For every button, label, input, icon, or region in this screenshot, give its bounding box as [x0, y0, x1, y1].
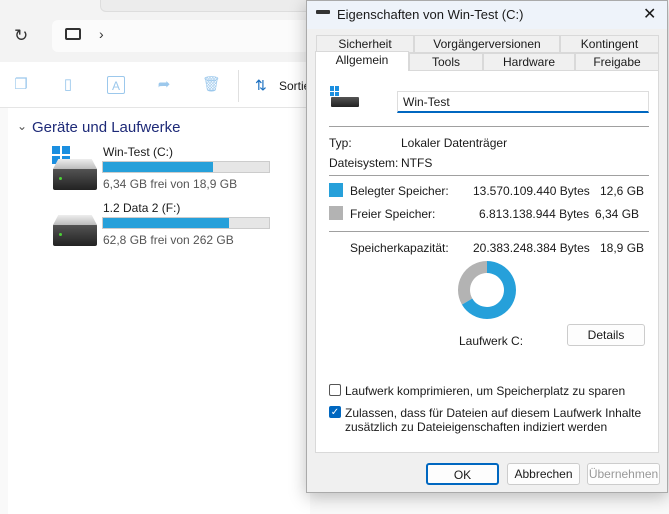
drive-name-input[interactable]: Win-Test: [397, 91, 649, 113]
drive-label: Laufwerk C:: [459, 334, 524, 348]
address-bar[interactable]: ›: [52, 20, 310, 52]
compress-checkbox[interactable]: [329, 384, 341, 396]
filesystem-value: NTFS: [401, 156, 433, 170]
apply-button[interactable]: Übernehmen: [587, 463, 660, 485]
delete-icon[interactable]: 🗑: [202, 76, 221, 94]
divider: [329, 126, 649, 127]
drive-icon: [53, 224, 97, 246]
tab-freigabe[interactable]: Freigabe: [575, 53, 659, 71]
index-label[interactable]: Zulassen, dass für Dateien auf diesem La…: [345, 406, 641, 420]
drive-usage-bar: [102, 217, 270, 229]
tab-kontingent[interactable]: Kontingent: [560, 35, 659, 53]
used-color-swatch: [329, 183, 343, 197]
free-color-swatch: [329, 206, 343, 220]
browser-tab[interactable]: [100, 0, 310, 12]
used-gb: 12,6 GB: [600, 184, 645, 198]
windows-logo-icon: [330, 86, 340, 96]
tab-allgemein[interactable]: Allgemein: [315, 51, 409, 71]
computer-icon: [65, 28, 81, 40]
free-gb: 6,34 GB: [595, 207, 640, 221]
index-label-line2[interactable]: zusätzlich zu Dateieigenschaften indizie…: [345, 420, 607, 434]
share-icon[interactable]: ➦: [155, 76, 173, 94]
used-label: Belegter Speicher:: [350, 184, 449, 198]
collapse-chevron-icon[interactable]: ⌄: [17, 119, 27, 133]
used-bytes: 13.570.109.440 Bytes: [473, 184, 590, 198]
type-value: Lokaler Datenträger: [401, 136, 508, 150]
drive-name: 1.2 Data 2 (F:): [103, 201, 181, 215]
drive-icon: [316, 10, 330, 14]
type-label: Typ:: [329, 136, 352, 150]
breadcrumb-chevron-icon[interactable]: ›: [99, 26, 104, 42]
free-label: Freier Speicher:: [350, 207, 436, 221]
sort-icon[interactable]: ⇅: [255, 77, 267, 94]
ok-button[interactable]: OK: [426, 463, 499, 485]
properties-dialog: Eigenschaften von Win-Test (C:) ✕ Sicher…: [306, 0, 668, 493]
divider: [329, 175, 649, 176]
cancel-button[interactable]: Abbrechen: [507, 463, 580, 485]
drive-free-text: 6,34 GB frei von 18,9 GB: [103, 177, 238, 191]
dialog-title: Eigenschaften von Win-Test (C:): [337, 7, 524, 22]
usage-donut-chart: [458, 261, 516, 319]
paste-icon[interactable]: ▯: [59, 76, 77, 94]
drive-icon: [331, 97, 359, 107]
divider: [329, 231, 649, 232]
section-title[interactable]: Geräte und Laufwerke: [32, 119, 180, 136]
drive-icon: [53, 168, 97, 190]
capacity-label: Speicherkapazität:: [350, 241, 449, 255]
drive-free-text: 62,8 GB frei von 262 GB: [103, 233, 234, 247]
compress-label[interactable]: Laufwerk komprimieren, um Speicherplatz …: [345, 384, 625, 398]
drive-name: Win-Test (C:): [103, 145, 173, 159]
refresh-icon[interactable]: ↻: [14, 26, 28, 46]
index-checkbox[interactable]: ✓: [329, 406, 341, 418]
capacity-gb: 18,9 GB: [600, 241, 645, 255]
copy-icon[interactable]: ❐: [12, 76, 30, 94]
free-bytes: 6.813.138.944 Bytes: [479, 207, 590, 221]
rename-icon[interactable]: A: [107, 76, 125, 94]
tab-hardware[interactable]: Hardware: [483, 53, 575, 71]
title-bar[interactable]: Eigenschaften von Win-Test (C:) ✕: [307, 1, 667, 29]
free-segment: [458, 261, 487, 305]
capacity-bytes: 20.383.248.384 Bytes: [473, 241, 590, 255]
toolbar-divider: [238, 70, 239, 102]
details-button[interactable]: Details: [567, 324, 645, 346]
close-icon[interactable]: ✕: [643, 4, 656, 24]
drive-usage-bar: [102, 161, 270, 173]
tab-tools[interactable]: Tools: [409, 53, 483, 71]
filesystem-label: Dateisystem:: [329, 156, 399, 170]
tab-vorgaengerversionen[interactable]: Vorgängerversionen: [414, 35, 560, 53]
